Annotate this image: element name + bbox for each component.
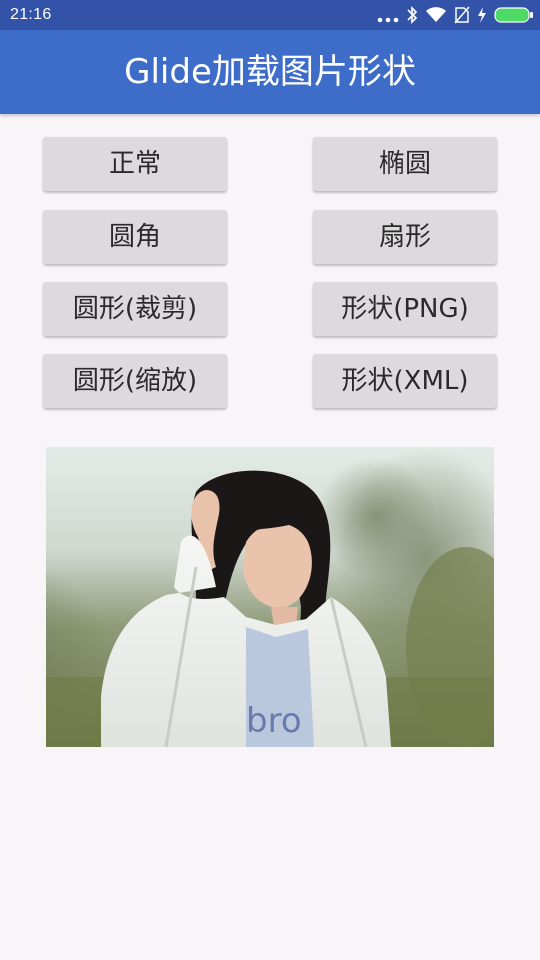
wifi-icon	[425, 5, 447, 25]
battery-icon	[494, 5, 534, 25]
bluetooth-icon	[406, 5, 418, 25]
shape-png-button[interactable]: 形状(PNG)	[313, 282, 497, 336]
normal-button[interactable]: 正常	[43, 137, 227, 191]
rounded-corner-button[interactable]: 圆角	[43, 210, 227, 264]
more-dots-icon	[377, 5, 399, 25]
shape-xml-button[interactable]: 形状(XML)	[313, 354, 497, 408]
circle-crop-button[interactable]: 圆形(裁剪)	[43, 282, 227, 336]
photo-image: bro	[46, 447, 494, 747]
app-title: Glide加载图片形状	[124, 52, 416, 92]
svg-text:bro: bro	[246, 701, 302, 741]
circle-scale-button[interactable]: 圆形(缩放)	[43, 354, 227, 408]
status-icons	[377, 5, 534, 25]
ellipse-button[interactable]: 椭圆	[313, 137, 497, 191]
no-sim-icon	[454, 5, 470, 25]
status-bar: 21:16	[0, 0, 540, 30]
status-time: 21:16	[10, 6, 52, 23]
app-bar: Glide加载图片形状	[0, 30, 540, 114]
charging-icon	[477, 5, 487, 25]
sector-button[interactable]: 扇形	[313, 210, 497, 264]
